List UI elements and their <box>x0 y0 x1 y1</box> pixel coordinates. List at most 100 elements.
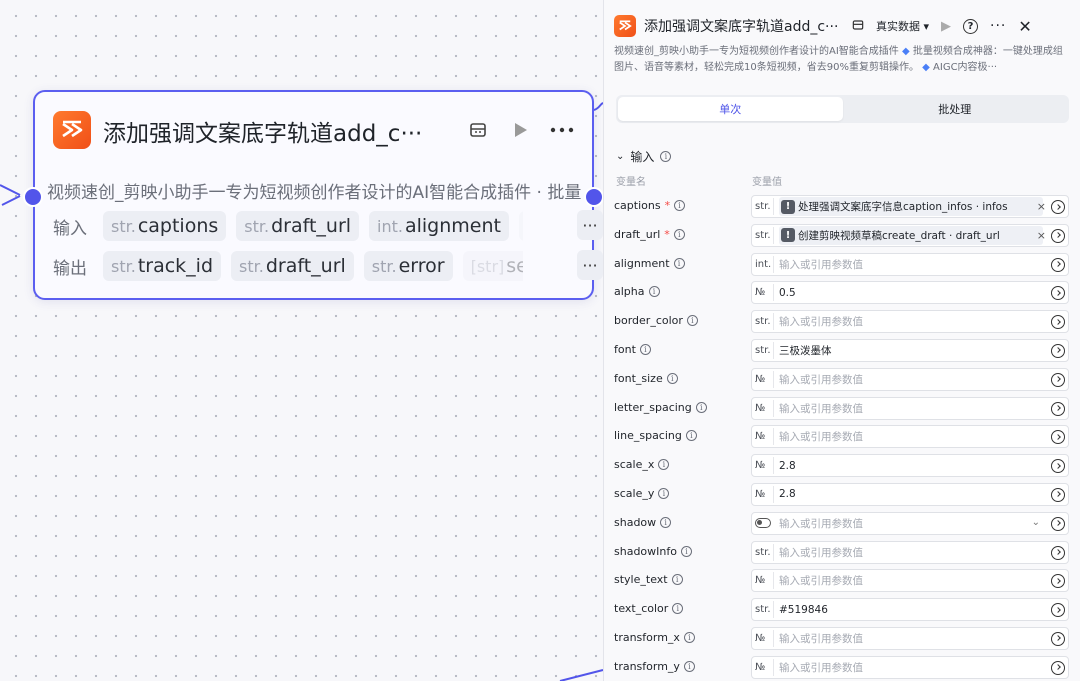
param-value-input[interactable]: № 2.8 <box>751 482 1069 506</box>
reference-variable-icon[interactable] <box>1051 343 1065 358</box>
param-value-input[interactable]: str. 三极泼墨体 <box>751 338 1069 362</box>
param-row-alpha: alpha i № 0.5 <box>614 279 1074 308</box>
inputs-more-button[interactable]: ··· <box>577 210 603 240</box>
param-row-captions: captions * i str. ! 处理强调文案底字信息caption_infos ·… <box>614 193 1074 222</box>
param-row-border_color: border_color i str. 输入或引用参数值 <box>614 308 1074 337</box>
input-chip: N <box>518 211 523 241</box>
reference-variable-icon[interactable] <box>1051 257 1065 272</box>
param-name: alpha i <box>614 285 660 298</box>
reference-variable-icon[interactable] <box>1051 459 1065 474</box>
variable-reference-tag[interactable]: ! 处理强调文案底字信息caption_infos · infos <box>779 197 1043 216</box>
type-badge: № <box>755 428 774 446</box>
node-input-port[interactable] <box>23 187 43 207</box>
info-icon: i <box>671 574 683 586</box>
param-value-input[interactable]: str. ! 创建剪映视频草稿create_draft · draft_url × <box>751 223 1069 247</box>
param-value-input[interactable]: № 输入或引用参数值 <box>751 425 1069 449</box>
param-value-text: #519846 <box>779 603 828 616</box>
param-value-input[interactable]: № 输入或引用参数值 <box>751 626 1069 650</box>
param-value-input[interactable]: str. 输入或引用参数值 <box>751 540 1069 564</box>
help-icon[interactable]: ? <box>963 18 979 34</box>
param-row-draft_url: draft_url * i str. ! 创建剪映视频草稿create_draft · d… <box>614 222 1074 251</box>
more-menu-icon[interactable]: ··· <box>990 18 1006 34</box>
info-icon: i <box>672 603 684 615</box>
info-icon: i <box>660 151 672 162</box>
node-outputs-row: 输出 str. track_id str. draft_url str. error … <box>53 250 603 282</box>
boolean-toggle-icon[interactable] <box>755 518 771 529</box>
param-row-shadowInfo: shadowInfo i str. 输入或引用参数值 <box>614 539 1074 568</box>
param-value-text: 输入或引用参数值 <box>779 517 863 530</box>
capcut-logo-icon <box>53 111 91 149</box>
param-name: shadow i <box>614 516 672 529</box>
param-value-input[interactable]: str. ! 处理强调文案底字信息caption_infos · infos × <box>751 195 1069 218</box>
param-value-input[interactable]: str. 输入或引用参数值 <box>751 310 1069 334</box>
param-row-text_color: text_color i str. #519846 <box>614 596 1074 625</box>
chevron-down-icon[interactable]: ⌄ <box>1032 517 1040 528</box>
reference-variable-icon[interactable] <box>1051 286 1065 301</box>
reference-variable-icon[interactable] <box>1051 603 1065 618</box>
reference-variable-icon[interactable] <box>1051 401 1065 416</box>
reference-variable-icon[interactable] <box>1051 430 1065 445</box>
debug-icon[interactable] <box>852 19 864 34</box>
reference-variable-icon[interactable] <box>1051 631 1065 646</box>
info-icon: i <box>658 487 670 499</box>
outputs-more-button[interactable]: ··· <box>577 250 603 280</box>
close-icon[interactable]: ✕ <box>1018 17 1031 36</box>
param-row-font: font i str. 三极泼墨体 <box>614 337 1074 366</box>
clear-reference-icon[interactable]: × <box>1037 229 1046 242</box>
reference-variable-icon[interactable] <box>1051 516 1065 531</box>
reference-variable-icon[interactable] <box>1051 372 1065 387</box>
param-name: border_color i <box>614 314 698 327</box>
param-name: text_color i <box>614 602 684 615</box>
param-row-transform_y: transform_y i № 输入或引用参数值 <box>614 654 1074 681</box>
tab-single[interactable]: 单次 <box>618 97 843 121</box>
more-menu-icon[interactable] <box>550 118 574 142</box>
param-value-input[interactable]: № 2.8 <box>751 454 1069 478</box>
param-value-text: 输入或引用参数值 <box>779 431 863 444</box>
outputs-label: 输出 <box>53 258 87 279</box>
param-value-text: 输入或引用参数值 <box>779 546 863 559</box>
node-title: 添加强调文案底字轨道add_c··· <box>103 121 423 147</box>
param-value-input[interactable]: int. 输入或引用参数值 <box>751 252 1069 276</box>
param-value-input[interactable]: № 输入或引用参数值 <box>751 367 1069 391</box>
param-value-input[interactable]: № 0.5 <box>751 281 1069 305</box>
type-badge: № <box>755 284 774 302</box>
debug-icon[interactable] <box>466 118 490 142</box>
node-output-port[interactable] <box>584 187 604 207</box>
param-value-text: 2.8 <box>779 459 796 472</box>
reference-variable-icon[interactable] <box>1051 545 1065 560</box>
type-badge: str. <box>755 601 774 619</box>
param-value-input[interactable]: № 输入或引用参数值 <box>751 655 1069 679</box>
reference-variable-icon[interactable] <box>1051 574 1065 589</box>
param-value-text: 输入或引用参数值 <box>779 661 863 674</box>
param-value-input[interactable]: str. #519846 <box>751 598 1069 622</box>
tab-batch[interactable]: 批处理 <box>843 97 1068 121</box>
type-badge: № <box>755 658 774 676</box>
reference-variable-icon[interactable] <box>1051 200 1065 214</box>
param-value-input[interactable]: № 输入或引用参数值 <box>751 396 1069 420</box>
clear-reference-icon[interactable]: × <box>1037 200 1046 213</box>
reference-variable-icon[interactable] <box>1051 315 1065 330</box>
reference-variable-icon[interactable] <box>1051 228 1065 243</box>
param-value-input[interactable]: № 输入或引用参数值 <box>751 569 1069 593</box>
param-value-text: 输入或引用参数值 <box>779 258 863 271</box>
run-play-icon[interactable] <box>508 118 532 142</box>
capcut-logo-icon <box>614 15 636 37</box>
plugin-node-card[interactable]: 添加强调文案底字轨道add_c··· 视频速创_剪映小助手一专为短视频创作者设计… <box>23 90 604 300</box>
param-name: style_text i <box>614 573 683 586</box>
info-icon: i <box>660 516 672 528</box>
param-name: letter_spacing i <box>614 401 707 414</box>
variable-reference-tag[interactable]: ! 创建剪映视频草稿create_draft · draft_url <box>779 225 1043 245</box>
chevron-down-icon: ⌄ <box>616 151 625 162</box>
data-mode-select[interactable]: 真实数据 ▾ <box>876 18 929 34</box>
param-value-input[interactable]: 输入或引用参数值 ⌄ <box>751 511 1069 535</box>
info-icon: i <box>666 372 678 384</box>
param-row-scale_y: scale_y i № 2.8 <box>614 481 1074 510</box>
reference-variable-icon[interactable] <box>1051 660 1065 675</box>
info-icon: i <box>673 257 685 269</box>
reference-variable-icon[interactable] <box>1051 487 1065 502</box>
col-header-value: 变量值 <box>752 177 782 188</box>
run-play-icon[interactable]: ▶ <box>941 19 951 34</box>
input-section-header[interactable]: ⌄ 输入 i <box>616 148 672 165</box>
param-value-text: 输入或引用参数值 <box>779 402 863 415</box>
info-icon: i <box>680 545 692 557</box>
